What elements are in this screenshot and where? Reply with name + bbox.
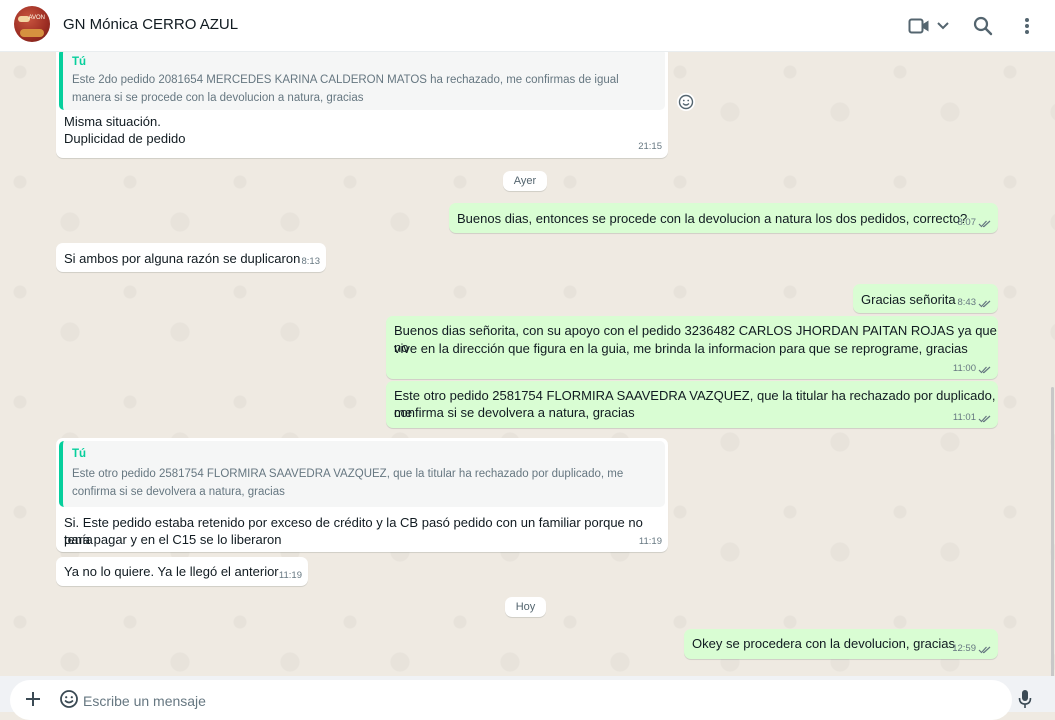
- quote-author: Tú: [72, 56, 87, 68]
- message-time: 11:00: [952, 363, 976, 374]
- message-text: Ya no lo quiere. Ya le llegó el anterior: [64, 564, 279, 579]
- quoted-message[interactable]: Tú Este 2do pedido 2081654 MERCEDES KARI…: [59, 52, 665, 110]
- message-text: Okey se procedera con la devolucion, gra…: [692, 636, 956, 651]
- message-text-line: vive en la dirección que figura en la gu…: [394, 341, 968, 356]
- chevron-down-icon[interactable]: [930, 13, 956, 39]
- quoted-message[interactable]: Tú Este otro pedido 2581754 FLORMIRA SAA…: [59, 441, 665, 507]
- message-time: 11:19: [638, 536, 662, 547]
- outgoing-message[interactable]: Gracias señorita 8:43: [853, 284, 998, 313]
- search-icon[interactable]: [970, 13, 996, 39]
- message-composer-bar: Escribe un mensaje: [0, 676, 1055, 720]
- avatar-decoration-bottom: [20, 29, 44, 37]
- incoming-message[interactable]: Tú Este otro pedido 2581754 FLORMIRA SAA…: [56, 438, 668, 552]
- read-ticks-icon: [978, 646, 991, 654]
- menu-dots-icon[interactable]: [1014, 13, 1040, 39]
- message-time: 12:59: [952, 643, 976, 654]
- message-time: 21:15: [638, 141, 662, 152]
- message-time: 8:43: [957, 297, 977, 308]
- read-ticks-icon: [978, 300, 991, 308]
- incoming-message[interactable]: Ya no lo quiere. Ya le llegó el anterior…: [56, 557, 308, 586]
- message-text-line: para pagar y en el C15 se lo liberaron: [64, 532, 282, 547]
- chat-messages-area[interactable]: Tú Este 2do pedido 2081654 MERCEDES KARI…: [0, 52, 1055, 676]
- avatar[interactable]: AVON: [14, 6, 50, 42]
- chat-title[interactable]: GN Mónica CERRO AZUL: [63, 16, 238, 33]
- read-ticks-icon: [978, 220, 991, 228]
- message-time: 11:01: [952, 412, 976, 423]
- incoming-message[interactable]: Si ambos por alguna razón se duplicaron …: [56, 243, 326, 272]
- message-text-line: Misma situación.: [64, 114, 161, 129]
- emoji-icon[interactable]: [58, 688, 80, 710]
- outgoing-message[interactable]: Buenos dias, entonces se procede con la …: [449, 203, 998, 233]
- message-text-line: Duplicidad de pedido: [64, 131, 186, 146]
- message-time: 11:19: [278, 570, 302, 581]
- emoji-react-icon[interactable]: [677, 93, 695, 111]
- message-text: Buenos dias, entonces se procede con la …: [457, 211, 968, 226]
- message-text: Gracias señorita: [861, 292, 956, 307]
- message-time: 8:07: [957, 217, 977, 228]
- read-ticks-icon: [978, 366, 991, 374]
- date-separator: Hoy: [505, 597, 546, 617]
- incoming-message[interactable]: Tú Este 2do pedido 2081654 MERCEDES KARI…: [56, 52, 668, 158]
- video-call-icon[interactable]: [906, 13, 932, 39]
- date-separator: Ayer: [503, 171, 547, 191]
- outgoing-message[interactable]: Este otro pedido 2581754 FLORMIRA SAAVED…: [386, 381, 998, 428]
- attach-plus-icon[interactable]: [22, 688, 44, 710]
- quote-author: Tú: [72, 448, 87, 460]
- message-text-line: confirma si se devolvera a natura, graci…: [394, 405, 635, 420]
- microphone-icon[interactable]: [1014, 688, 1036, 710]
- message-input[interactable]: Escribe un mensaje: [83, 693, 206, 709]
- message-time: 8:13: [301, 256, 321, 267]
- read-ticks-icon: [978, 415, 991, 423]
- scrollbar[interactable]: [1051, 387, 1054, 676]
- message-text: Si ambos por alguna razón se duplicaron: [64, 251, 301, 266]
- quote-text: Este 2do pedido 2081654 MERCEDES KARINA …: [72, 74, 619, 104]
- quote-text: Este otro pedido 2581754 FLORMIRA SAAVED…: [72, 468, 624, 498]
- outgoing-message[interactable]: Buenos dias señorita, con su apoyo con e…: [386, 316, 998, 379]
- outgoing-message[interactable]: Okey se procedera con la devolucion, gra…: [684, 629, 998, 659]
- chat-header: AVON GN Mónica CERRO AZUL: [0, 0, 1055, 52]
- avatar-logo-text: AVON: [28, 15, 45, 21]
